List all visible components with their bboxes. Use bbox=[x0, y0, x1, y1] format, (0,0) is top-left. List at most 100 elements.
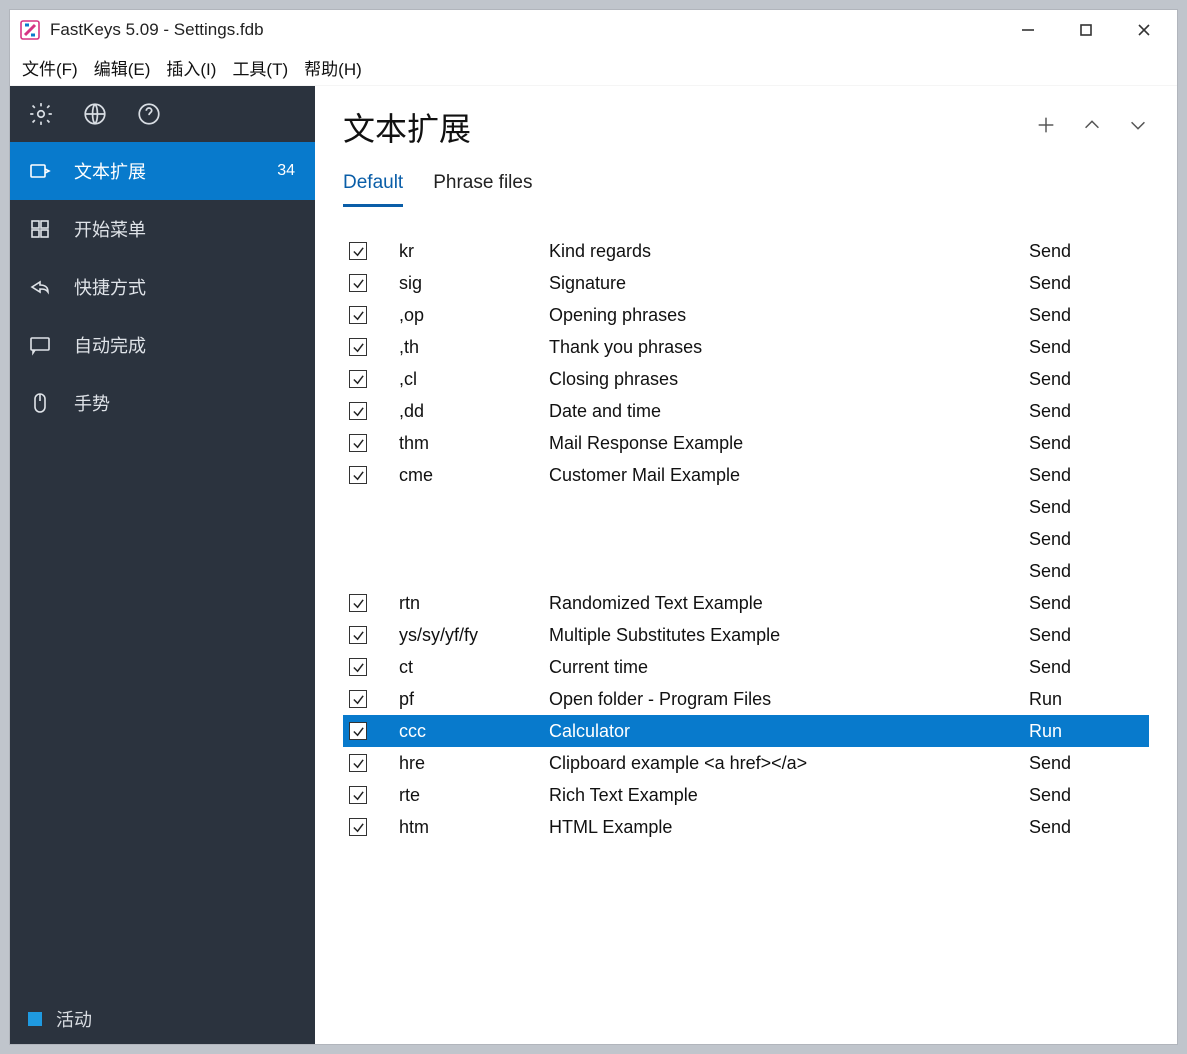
row-action: Send bbox=[1029, 753, 1149, 774]
row-description: Current time bbox=[549, 657, 1029, 678]
table-row[interactable]: Send bbox=[343, 555, 1149, 587]
tab-phrase-files[interactable]: Phrase files bbox=[433, 172, 532, 207]
checkbox[interactable] bbox=[349, 658, 367, 676]
globe-icon[interactable] bbox=[82, 101, 108, 127]
sidebar-item-label: 手势 bbox=[74, 390, 295, 416]
sidebar-item-text-expand[interactable]: 文本扩展 34 bbox=[10, 142, 315, 200]
menu-file[interactable]: 文件(F) bbox=[18, 51, 82, 84]
checkbox[interactable] bbox=[349, 466, 367, 484]
row-checkbox-cell bbox=[343, 338, 399, 356]
table-row[interactable]: pfOpen folder - Program FilesRun bbox=[343, 683, 1149, 715]
table-row[interactable]: ,clClosing phrasesSend bbox=[343, 363, 1149, 395]
row-abbr: ys/sy/yf/fy bbox=[399, 625, 549, 646]
row-abbr: ,th bbox=[399, 337, 549, 358]
sidebar-status[interactable]: 活动 bbox=[10, 994, 315, 1044]
menu-insert[interactable]: 插入(I) bbox=[162, 51, 220, 84]
row-action: Send bbox=[1029, 465, 1149, 486]
sidebar-item-label: 快捷方式 bbox=[74, 274, 295, 300]
message-icon bbox=[28, 333, 52, 357]
row-checkbox-cell bbox=[343, 690, 399, 708]
checkbox[interactable] bbox=[349, 306, 367, 324]
checkbox[interactable] bbox=[349, 690, 367, 708]
sidebar-item-autocomplete[interactable]: 自动完成 bbox=[10, 316, 315, 374]
table-row[interactable]: cccCalculatorRun bbox=[343, 715, 1149, 747]
row-abbr: cme bbox=[399, 465, 549, 486]
window-title: FastKeys 5.09 - Settings.fdb bbox=[50, 20, 999, 40]
gear-icon[interactable] bbox=[28, 101, 54, 127]
header-actions bbox=[1035, 114, 1149, 141]
mouse-icon bbox=[28, 391, 52, 415]
table-row[interactable]: rtnRandomized Text ExampleSend bbox=[343, 587, 1149, 619]
table-row[interactable]: ,ddDate and timeSend bbox=[343, 395, 1149, 427]
checkbox[interactable] bbox=[349, 370, 367, 388]
table-row[interactable]: ,opOpening phrasesSend bbox=[343, 299, 1149, 331]
main-panel: 文本扩展 Default Phrase files krKind regards… bbox=[315, 86, 1177, 1044]
row-description: Mail Response Example bbox=[549, 433, 1029, 454]
table-row[interactable]: hreClipboard example <a href></a>Send bbox=[343, 747, 1149, 779]
text-expand-icon bbox=[28, 159, 52, 183]
checkbox[interactable] bbox=[349, 722, 367, 740]
checkbox[interactable] bbox=[349, 434, 367, 452]
checkbox[interactable] bbox=[349, 274, 367, 292]
status-label: 活动 bbox=[56, 1006, 92, 1032]
help-icon[interactable] bbox=[136, 101, 162, 127]
status-indicator-icon bbox=[28, 1012, 42, 1026]
checkbox[interactable] bbox=[349, 786, 367, 804]
row-checkbox-cell bbox=[343, 722, 399, 740]
tabs: Default Phrase files bbox=[343, 172, 1149, 207]
row-action: Send bbox=[1029, 337, 1149, 358]
menu-tools[interactable]: 工具(T) bbox=[228, 51, 292, 84]
table-row[interactable]: cmeCustomer Mail ExampleSend bbox=[343, 459, 1149, 491]
app-window: FastKeys 5.09 - Settings.fdb 文件(F) 编辑(E)… bbox=[10, 10, 1177, 1044]
row-checkbox-cell bbox=[343, 274, 399, 292]
sidebar-item-shortcuts[interactable]: 快捷方式 bbox=[10, 258, 315, 316]
maximize-button[interactable] bbox=[1057, 10, 1115, 50]
row-action: Send bbox=[1029, 529, 1149, 550]
sidebar-nav: 文本扩展 34 开始菜单 快捷方式 自动完成 手势 bbox=[10, 142, 315, 994]
row-abbr: ct bbox=[399, 657, 549, 678]
checkbox[interactable] bbox=[349, 818, 367, 836]
checkbox[interactable] bbox=[349, 594, 367, 612]
row-action: Send bbox=[1029, 625, 1149, 646]
checkbox[interactable] bbox=[349, 242, 367, 260]
table-row[interactable]: htmHTML ExampleSend bbox=[343, 811, 1149, 843]
sidebar-item-gestures[interactable]: 手势 bbox=[10, 374, 315, 432]
titlebar: FastKeys 5.09 - Settings.fdb bbox=[10, 10, 1177, 50]
table-row[interactable]: sigSignatureSend bbox=[343, 267, 1149, 299]
sidebar-item-label: 开始菜单 bbox=[74, 216, 295, 242]
row-action: Send bbox=[1029, 817, 1149, 838]
move-down-button[interactable] bbox=[1127, 114, 1149, 141]
checkbox[interactable] bbox=[349, 754, 367, 772]
table-row[interactable]: Send bbox=[343, 491, 1149, 523]
row-description: HTML Example bbox=[549, 817, 1029, 838]
menu-bar: 文件(F) 编辑(E) 插入(I) 工具(T) 帮助(H) bbox=[10, 50, 1177, 86]
app-icon bbox=[20, 20, 40, 40]
main-header: 文本扩展 bbox=[343, 104, 1149, 150]
move-up-button[interactable] bbox=[1081, 114, 1103, 141]
minimize-button[interactable] bbox=[999, 10, 1057, 50]
window-controls bbox=[999, 10, 1173, 50]
table-row[interactable]: ctCurrent timeSend bbox=[343, 651, 1149, 683]
table-row[interactable]: rteRich Text ExampleSend bbox=[343, 779, 1149, 811]
checkbox[interactable] bbox=[349, 626, 367, 644]
table-row[interactable]: thmMail Response ExampleSend bbox=[343, 427, 1149, 459]
menu-edit[interactable]: 编辑(E) bbox=[90, 51, 155, 84]
row-description: Date and time bbox=[549, 401, 1029, 422]
checkbox[interactable] bbox=[349, 338, 367, 356]
table-row[interactable]: Send bbox=[343, 523, 1149, 555]
table-row[interactable]: ys/sy/yf/fyMultiple Substitutes ExampleS… bbox=[343, 619, 1149, 651]
table-row[interactable]: ,thThank you phrasesSend bbox=[343, 331, 1149, 363]
close-button[interactable] bbox=[1115, 10, 1173, 50]
items-grid: krKind regardsSendsigSignatureSend,opOpe… bbox=[343, 235, 1149, 1044]
menu-help[interactable]: 帮助(H) bbox=[300, 51, 366, 84]
sidebar-item-count: 34 bbox=[277, 162, 295, 180]
tab-default[interactable]: Default bbox=[343, 172, 403, 207]
row-description: Rich Text Example bbox=[549, 785, 1029, 806]
row-abbr: sig bbox=[399, 273, 549, 294]
checkbox[interactable] bbox=[349, 402, 367, 420]
sidebar-item-start-menu[interactable]: 开始菜单 bbox=[10, 200, 315, 258]
row-description: Calculator bbox=[549, 721, 1029, 742]
table-row[interactable]: krKind regardsSend bbox=[343, 235, 1149, 267]
row-abbr: rte bbox=[399, 785, 549, 806]
add-button[interactable] bbox=[1035, 114, 1057, 141]
